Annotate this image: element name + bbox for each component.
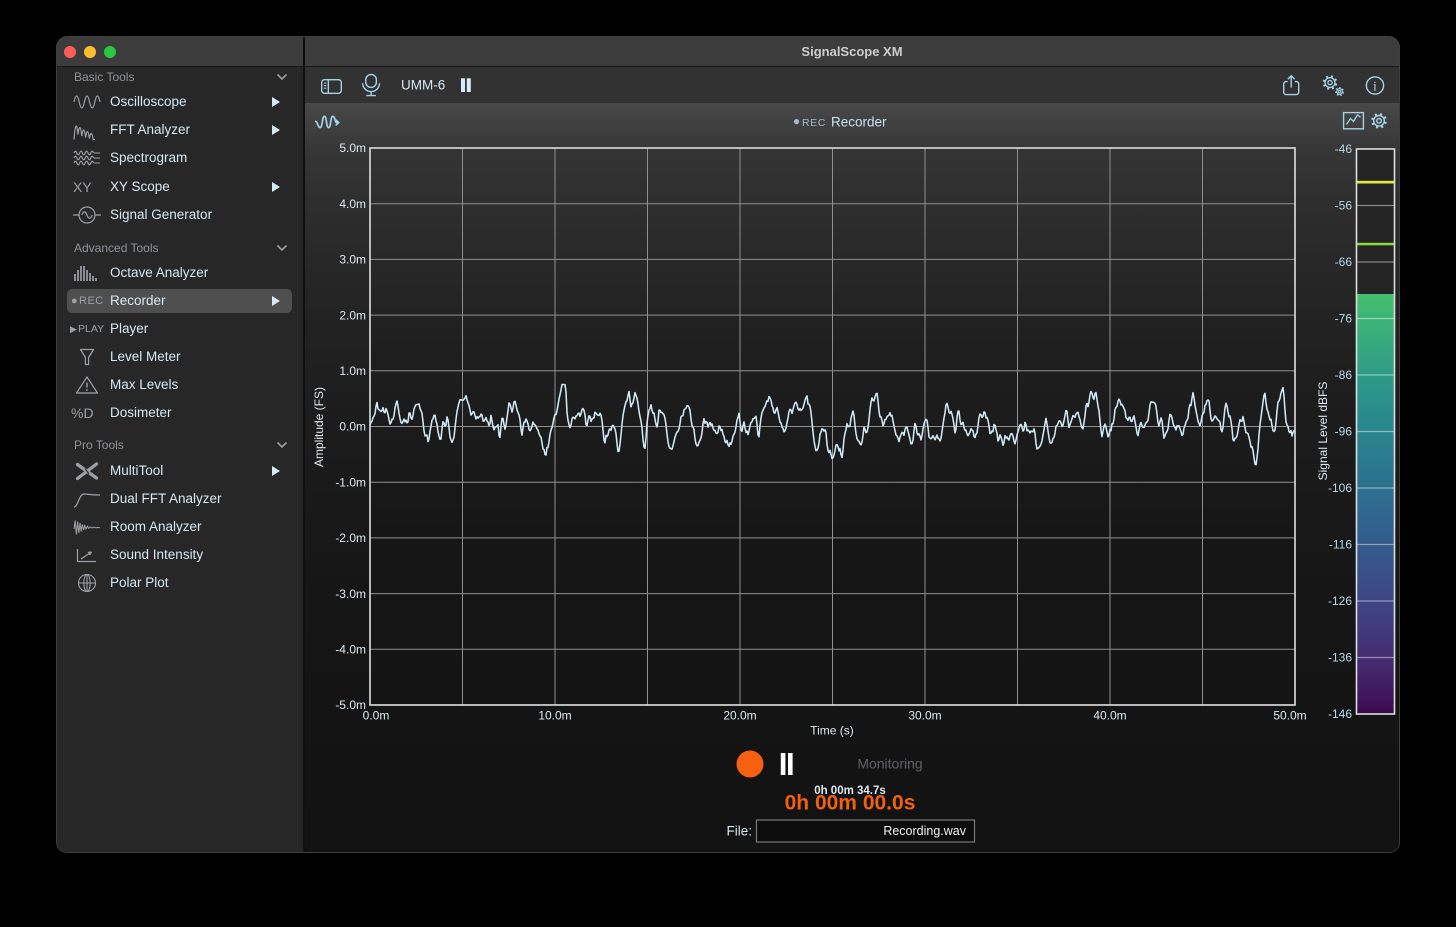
svg-text:-5.0m: -5.0m xyxy=(335,698,366,712)
svg-text:4.0m: 4.0m xyxy=(339,197,366,211)
svg-text:UMM-6: UMM-6 xyxy=(401,78,445,93)
svg-text:50.0m: 50.0m xyxy=(1273,709,1306,723)
svg-text:-126: -126 xyxy=(1328,594,1352,608)
svg-text:20.0m: 20.0m xyxy=(723,709,756,723)
svg-text:Amplitude (FS): Amplitude (FS) xyxy=(312,387,326,467)
svg-text:3.0m: 3.0m xyxy=(339,253,366,267)
svg-text:-66: -66 xyxy=(1335,255,1353,269)
svg-text:-3.0m: -3.0m xyxy=(335,587,366,601)
svg-text:-106: -106 xyxy=(1328,481,1352,495)
svg-text:-116: -116 xyxy=(1329,538,1352,552)
svg-text:0.0m: 0.0m xyxy=(363,709,390,723)
svg-text:30.0m: 30.0m xyxy=(908,709,941,723)
svg-text:i: i xyxy=(1373,80,1377,95)
svg-text:Time (s): Time (s) xyxy=(810,724,854,738)
svg-text:-4.0m: -4.0m xyxy=(335,643,366,657)
svg-text:-96: -96 xyxy=(1335,425,1353,439)
svg-text:REC: REC xyxy=(802,117,826,129)
svg-text:-46: -46 xyxy=(1335,142,1353,156)
svg-text:Recording.wav: Recording.wav xyxy=(883,824,966,838)
svg-text:-86: -86 xyxy=(1335,368,1353,382)
svg-text:-146: -146 xyxy=(1328,707,1352,721)
svg-text:0h 00m 00.0s: 0h 00m 00.0s xyxy=(785,792,916,815)
svg-text:2.0m: 2.0m xyxy=(339,308,366,322)
svg-text:-2.0m: -2.0m xyxy=(335,531,366,545)
svg-text:0.0m: 0.0m xyxy=(339,420,366,434)
svg-text:10.0m: 10.0m xyxy=(538,709,571,723)
svg-text:File:: File: xyxy=(726,824,752,839)
svg-text:-136: -136 xyxy=(1328,651,1352,665)
svg-text:40.0m: 40.0m xyxy=(1093,709,1126,723)
svg-text:Recorder: Recorder xyxy=(831,114,887,129)
svg-text:Signal Level dBFS: Signal Level dBFS xyxy=(1316,382,1330,481)
svg-text:-1.0m: -1.0m xyxy=(335,475,366,489)
svg-text:1.0m: 1.0m xyxy=(339,364,366,378)
svg-text:-56: -56 xyxy=(1335,199,1353,213)
svg-text:-76: -76 xyxy=(1335,312,1353,326)
svg-text:5.0m: 5.0m xyxy=(339,141,366,155)
svg-text:Monitoring: Monitoring xyxy=(857,756,922,772)
